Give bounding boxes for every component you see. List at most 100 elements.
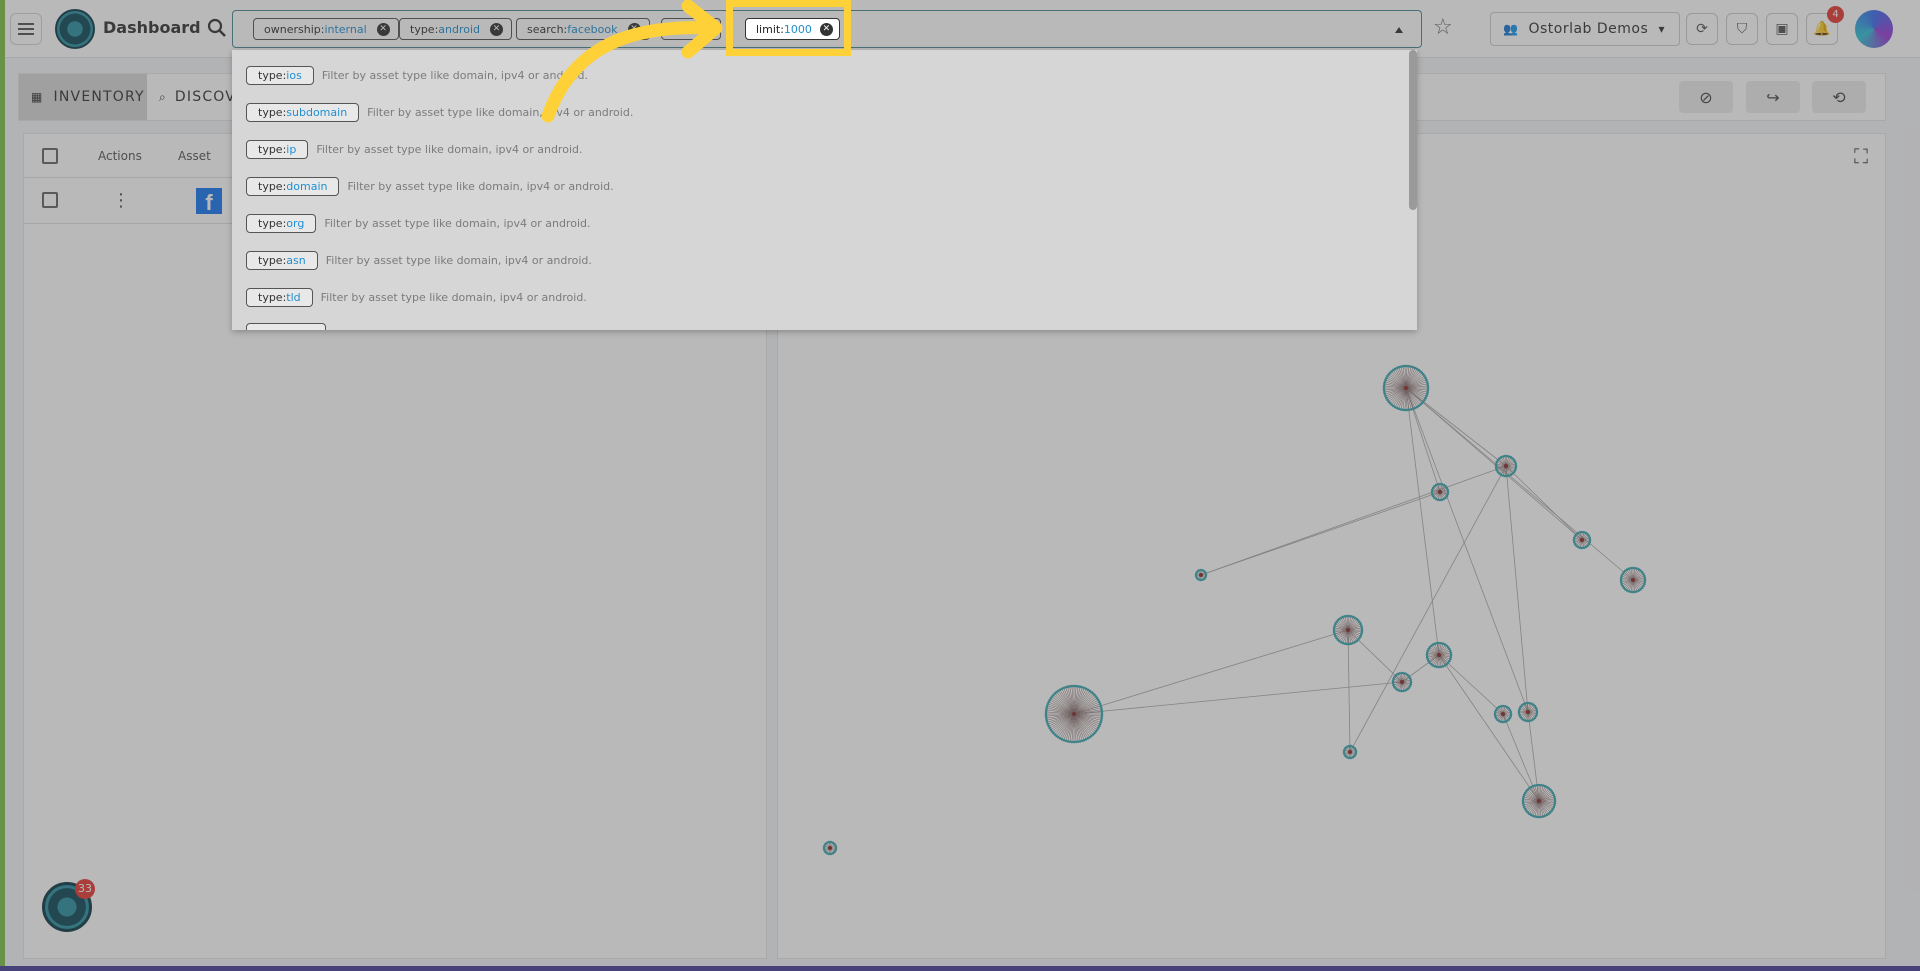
graph-edge bbox=[1200, 465, 1507, 576]
star-icon[interactable]: ☆ bbox=[1433, 15, 1453, 40]
select-all-checkbox[interactable] bbox=[42, 148, 58, 164]
chip-value: domain bbox=[286, 179, 328, 193]
graph-leaf bbox=[1100, 710, 1104, 714]
organization-select[interactable]: 👥 Ostorlab Demos ▾ bbox=[1490, 12, 1680, 46]
filter-chip[interactable]: type: android ✕ bbox=[399, 18, 513, 40]
chip-value: ios bbox=[286, 68, 302, 82]
close-icon[interactable]: ✕ bbox=[490, 22, 504, 36]
suggestion-dropdown: type:ios Filter by asset type like domai… bbox=[232, 50, 1417, 330]
graph-node bbox=[1199, 573, 1203, 577]
chip-value: 1000 bbox=[783, 22, 812, 36]
chip-key: type: bbox=[258, 142, 287, 156]
chevron-down-icon: ▾ bbox=[1658, 22, 1665, 36]
filter-chip[interactable]: ownership: internal ✕ bbox=[253, 18, 399, 40]
chip-value: asn bbox=[286, 253, 306, 267]
filter-chip[interactable]: search: facebook ✕ bbox=[516, 18, 650, 40]
list-item[interactable]: type:subdomain Filter by asset type like… bbox=[246, 101, 633, 123]
row-checkbox[interactable] bbox=[42, 192, 58, 208]
graph-edge bbox=[1505, 465, 1583, 541]
list-item[interactable]: type:ios Filter by asset type like domai… bbox=[246, 64, 588, 86]
graph-edge bbox=[1505, 465, 1529, 713]
suggestion-description: Filter by asset type like domain, ipv4 o… bbox=[347, 179, 614, 193]
graph-edge bbox=[1405, 387, 1529, 713]
chip-value: subdomain bbox=[286, 105, 348, 119]
chip-key: type: bbox=[258, 216, 287, 230]
filter-chip-limit[interactable]: limit: 1000 ✕ bbox=[745, 18, 840, 40]
graph-node bbox=[1348, 750, 1352, 754]
list-item[interactable]: type:asn Filter by asset type like domai… bbox=[246, 249, 592, 271]
graph-node bbox=[1501, 712, 1505, 716]
graph-leaf bbox=[1360, 626, 1364, 630]
graph-edge bbox=[1405, 387, 1583, 541]
caret-up-icon[interactable] bbox=[1395, 27, 1403, 33]
list-item[interactable] bbox=[246, 322, 326, 330]
hamburger-icon bbox=[18, 23, 34, 35]
suggestion-chip: type:asn bbox=[246, 250, 318, 270]
tab-label: DISCOV bbox=[174, 89, 237, 105]
graph-edge bbox=[1349, 465, 1507, 753]
graph-node bbox=[1631, 578, 1635, 582]
assistant-badge: 33 bbox=[75, 879, 95, 899]
suggestion-description: Filter by asset type like domain, ipv4 o… bbox=[316, 142, 583, 156]
graph-node bbox=[1537, 799, 1541, 803]
graph-leaf bbox=[1643, 576, 1647, 580]
chip-value: facebook bbox=[567, 22, 618, 36]
graph-leaf bbox=[1449, 651, 1453, 655]
scan-icon[interactable]: ⟳ bbox=[1686, 13, 1718, 45]
close-icon[interactable]: ✕ bbox=[627, 22, 641, 36]
graph-node bbox=[828, 846, 832, 850]
suggestion-chip: type:ios bbox=[246, 65, 314, 85]
tab-inventory[interactable]: ▦ INVENTORY bbox=[19, 74, 147, 120]
refresh-icon: ⟲ bbox=[1832, 87, 1846, 107]
refresh-button[interactable]: ⟲ bbox=[1812, 81, 1866, 113]
chip-key: type: bbox=[258, 253, 287, 267]
graph-leaf bbox=[1535, 708, 1539, 712]
graph-node bbox=[1438, 490, 1442, 494]
list-item[interactable]: type:tld Filter by asset type like domai… bbox=[246, 286, 587, 308]
graph-leaf bbox=[1588, 536, 1592, 540]
graph-leaf bbox=[1204, 571, 1207, 575]
chip-key: type: bbox=[258, 105, 287, 119]
graph-edge bbox=[1347, 629, 1351, 753]
suggestion-description: Filter by asset type like domain, ipv4 o… bbox=[321, 68, 588, 82]
more-vertical-icon[interactable]: ⋮ bbox=[112, 190, 130, 211]
share-button[interactable]: ↪ bbox=[1746, 81, 1800, 113]
chip-value: org bbox=[286, 216, 305, 230]
notification-badge: 4 bbox=[1827, 6, 1844, 23]
share-icon: ↪ bbox=[1766, 87, 1780, 107]
avatar[interactable] bbox=[1855, 10, 1893, 48]
graph-node bbox=[1346, 628, 1350, 632]
suggestion-chip: type:ip bbox=[246, 139, 309, 159]
chip-key: type: bbox=[258, 68, 287, 82]
shield-icon[interactable]: ⛉ bbox=[1726, 13, 1758, 45]
suggestion-chip: type:tld bbox=[246, 287, 313, 307]
graph-edge bbox=[1438, 654, 1540, 802]
grid-icon: ▦ bbox=[31, 90, 44, 104]
suggestion-chip bbox=[246, 323, 326, 330]
column-actions: Actions bbox=[98, 149, 142, 163]
list-item[interactable]: type:domain Filter by asset type like do… bbox=[246, 175, 614, 197]
chip-key: search: bbox=[527, 22, 568, 36]
app-logo[interactable] bbox=[55, 9, 95, 49]
filter-chip[interactable] bbox=[661, 18, 721, 40]
graph-edge bbox=[1073, 681, 1403, 715]
facebook-icon: f bbox=[196, 188, 222, 215]
close-icon[interactable]: ✕ bbox=[819, 22, 833, 36]
hide-button[interactable]: ⊘ bbox=[1679, 81, 1733, 113]
graph-leaf bbox=[1509, 710, 1513, 714]
discovery-icon: ⌕ bbox=[159, 89, 167, 104]
graph-node bbox=[1504, 464, 1508, 468]
graph-leaf bbox=[1514, 462, 1518, 466]
graph-edge bbox=[1405, 387, 1440, 656]
dropdown-scrollbar[interactable] bbox=[1409, 50, 1417, 210]
list-item[interactable]: type:org Filter by asset type like domai… bbox=[246, 212, 590, 234]
menu-button[interactable] bbox=[10, 13, 42, 45]
close-icon[interactable]: ✕ bbox=[376, 22, 390, 36]
bottom-edge bbox=[0, 966, 1920, 971]
suggestion-description: Filter by asset type like domain, ipv4 o… bbox=[320, 290, 587, 304]
graph-node bbox=[1437, 653, 1441, 657]
graph-node bbox=[1404, 386, 1408, 390]
list-item[interactable]: type:ip Filter by asset type like domain… bbox=[246, 138, 582, 160]
graph-leaf bbox=[1446, 488, 1450, 492]
ticket-icon[interactable]: ▣ bbox=[1766, 13, 1798, 45]
